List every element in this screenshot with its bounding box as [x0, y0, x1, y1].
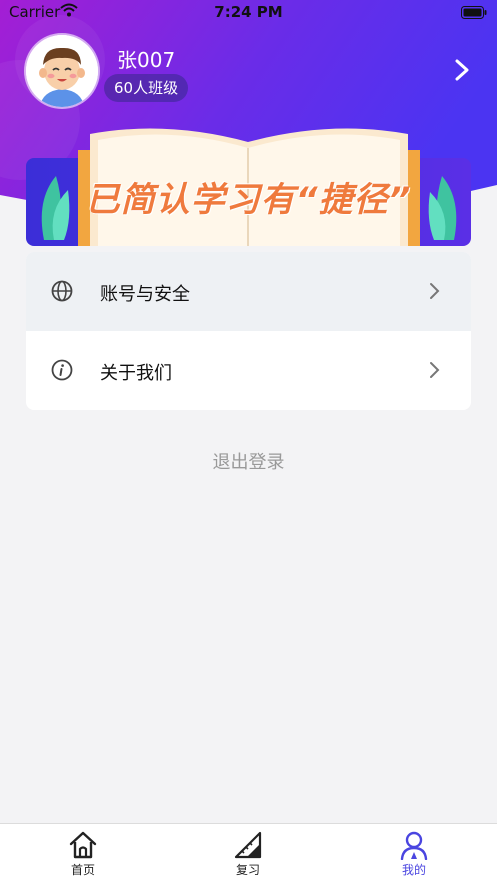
battery-icon [461, 5, 487, 23]
logout-button[interactable]: 退出登录 [0, 448, 497, 474]
status-time: 7:24 PM [214, 3, 283, 21]
promo-banner[interactable]: 已简认学习有“捷径” [26, 120, 471, 246]
user-name: 张007 [117, 48, 176, 72]
tab-bar: 首页 复习 我的 [0, 823, 497, 884]
tab-mine[interactable]: 我的 [354, 824, 474, 884]
home-icon [68, 830, 98, 860]
boy-avatar-icon [26, 35, 98, 107]
menu-item-account-security[interactable]: 账号与安全 [26, 252, 471, 331]
profile-detail-chevron-icon[interactable] [451, 58, 473, 82]
banner-slogan: 已简认学习有“捷径” [85, 180, 412, 220]
ruler-triangle-icon [233, 830, 263, 860]
avatar[interactable] [26, 35, 98, 107]
chevron-right-icon [428, 281, 442, 301]
menu-label: 账号与安全 [100, 284, 190, 305]
tab-label: 首页 [70, 863, 95, 877]
status-bar: Carrier 7:24 PM [0, 0, 497, 24]
person-icon [399, 830, 429, 861]
tab-label: 我的 [401, 863, 426, 877]
tab-label: 复习 [235, 863, 260, 877]
chevron-right-icon [428, 360, 442, 380]
settings-menu: 账号与安全 关于我们 [26, 252, 471, 410]
tab-review[interactable]: 复习 [188, 824, 308, 884]
menu-item-about-us[interactable]: 关于我们 [26, 331, 471, 410]
tab-home[interactable]: 首页 [23, 824, 143, 884]
globe-icon [50, 279, 74, 303]
info-icon [50, 358, 74, 382]
class-badge: 60人班级 [104, 74, 189, 102]
menu-label: 关于我们 [100, 363, 172, 384]
